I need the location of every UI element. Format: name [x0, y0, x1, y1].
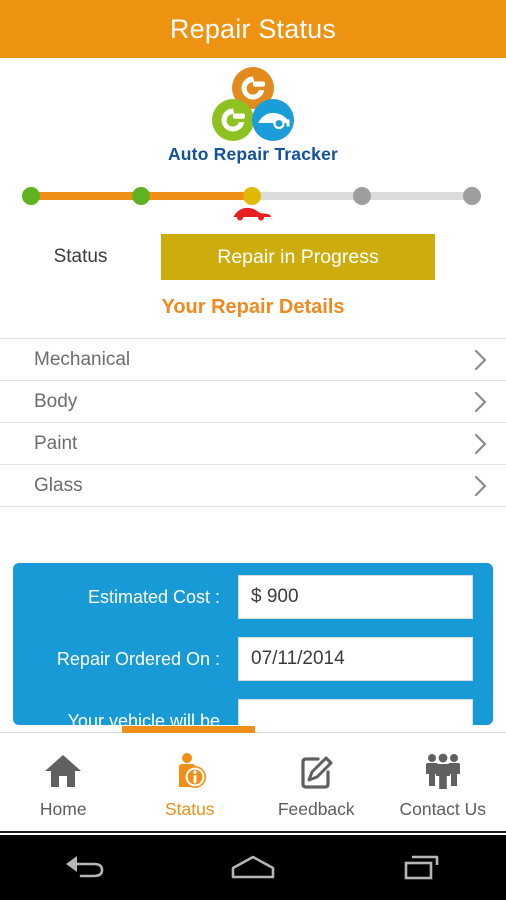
- repair-progress-stepper: [0, 178, 506, 226]
- chevron-right-icon: [474, 349, 487, 370]
- tab-label: Status: [164, 799, 215, 819]
- chevron-right-icon: [474, 391, 487, 412]
- tab-home[interactable]: Home: [0, 733, 127, 831]
- stepper-dot-1: [22, 187, 40, 205]
- people-group-icon: [425, 753, 460, 789]
- back-icon: [66, 855, 104, 877]
- tab-feedback[interactable]: Feedback: [253, 733, 380, 831]
- tab-status[interactable]: Status: [127, 733, 254, 831]
- logo-mark-icon: [212, 67, 294, 141]
- vehicle-marker-icon: [233, 207, 271, 221]
- home-icon: [231, 855, 275, 878]
- repair-details-card: Estimated Cost : $ 900 Repair Ordered On…: [13, 563, 493, 725]
- recent-apps-icon: [404, 855, 438, 879]
- repair-category-list: Mechanical Body Paint Glass: [0, 338, 506, 507]
- tab-label: Contact Us: [399, 799, 487, 819]
- stepper-track-3-pending: [252, 192, 362, 200]
- list-item-label: Paint: [34, 432, 78, 454]
- app-header: Repair Status: [0, 0, 506, 58]
- vehicle-ready-field[interactable]: [238, 699, 473, 725]
- detail-row-vehicle-ready: Your vehicle will be: [33, 699, 473, 725]
- stepper-dot-3-current: [243, 187, 261, 205]
- stepper-track-2-done: [141, 192, 252, 200]
- logo-brand-text: Auto Repair Tracker: [167, 144, 339, 164]
- status-value-button[interactable]: Repair in Progress: [161, 234, 435, 280]
- home-icon: [45, 755, 82, 787]
- tab-label: Home: [39, 799, 87, 819]
- list-item-label: Glass: [34, 474, 83, 496]
- chevron-right-icon: [474, 475, 487, 496]
- list-item-label: Body: [34, 390, 78, 412]
- android-system-nav: [0, 835, 506, 900]
- bottom-tab-bar: Home Status Feedback Contact Us: [0, 733, 506, 833]
- page-title: Repair Status: [169, 13, 337, 44]
- edit-pencil-icon: [301, 756, 333, 789]
- repair-ordered-on-label: Repair Ordered On :: [56, 648, 220, 669]
- vehicle-ready-label: Your vehicle will be: [67, 710, 220, 726]
- tab-label: Feedback: [277, 799, 355, 819]
- repair-details-heading: Your Repair Details: [161, 296, 345, 318]
- list-item-glass[interactable]: Glass: [0, 465, 506, 507]
- list-item-mechanical[interactable]: Mechanical: [0, 339, 506, 381]
- estimated-cost-field[interactable]: $ 900: [238, 575, 473, 619]
- stepper-dot-2: [132, 187, 150, 205]
- status-person-info-icon: [178, 753, 206, 788]
- list-item-label: Mechanical: [34, 348, 131, 370]
- estimated-cost-label: Estimated Cost :: [87, 586, 220, 607]
- stepper-dot-5: [463, 187, 481, 205]
- status-row: Status Repair in Progress: [0, 232, 506, 282]
- list-item-paint[interactable]: Paint: [0, 423, 506, 465]
- stepper-dot-4: [353, 187, 371, 205]
- chevron-right-icon: [474, 433, 487, 454]
- stepper-track-1-done: [31, 192, 141, 200]
- system-home-button[interactable]: [218, 848, 288, 888]
- tab-contact-us[interactable]: Contact Us: [380, 733, 506, 831]
- app-screen: Repair Status Auto Repair Tracker Status…: [0, 0, 506, 900]
- system-back-button[interactable]: [49, 848, 119, 888]
- detail-row-repair-ordered-on: Repair Ordered On : 07/11/2014: [33, 637, 473, 681]
- system-recent-apps-button[interactable]: [387, 848, 457, 888]
- app-logo: Auto Repair Tracker: [0, 58, 506, 168]
- status-label: Status: [53, 246, 108, 267]
- repair-ordered-on-field[interactable]: 07/11/2014: [238, 637, 473, 681]
- stepper-track-4-pending: [362, 192, 472, 200]
- list-item-body[interactable]: Body: [0, 381, 506, 423]
- detail-row-estimated-cost: Estimated Cost : $ 900: [33, 575, 473, 619]
- scroll-indicator[interactable]: [122, 726, 255, 733]
